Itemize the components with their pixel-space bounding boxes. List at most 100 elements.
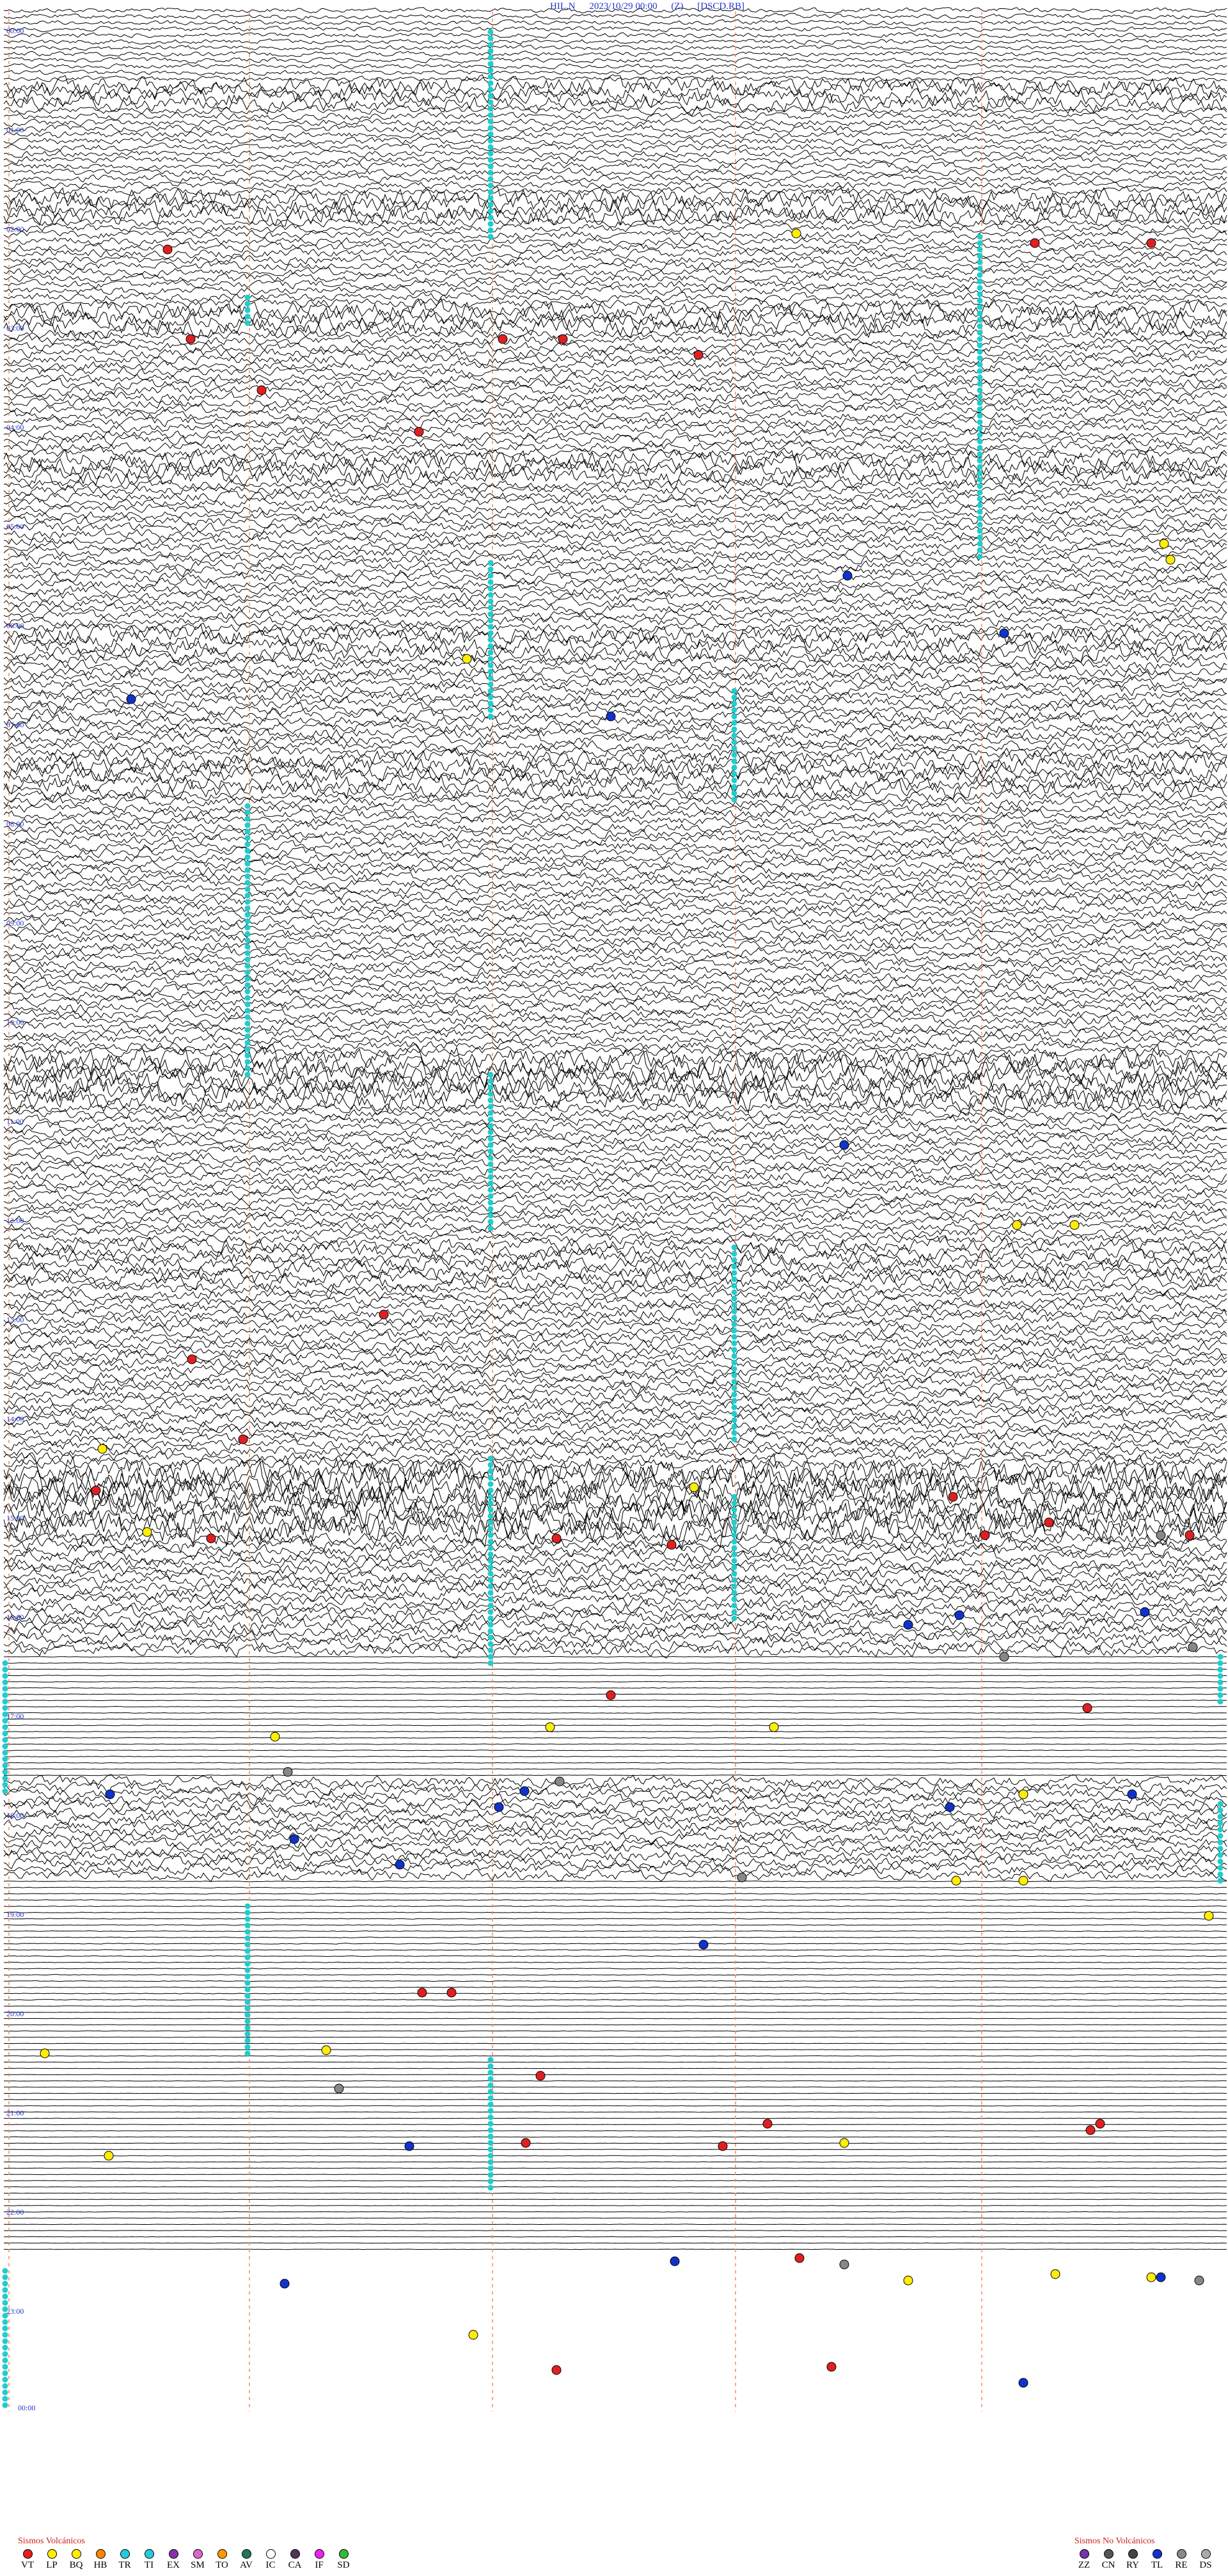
trace-line: [3, 590, 1227, 604]
tremor-marker: [487, 700, 494, 707]
vt-event-dot: [187, 1354, 197, 1364]
legend-code: TO: [216, 2560, 228, 2570]
trace-line: [3, 167, 1227, 177]
tremor-marker: [487, 585, 494, 592]
trace-line: [3, 216, 1227, 228]
tremor-marker: [487, 1462, 494, 1468]
trace-line: [3, 359, 1227, 372]
tremor-marker: [487, 1641, 494, 1647]
tremor-marker: [244, 828, 251, 835]
tremor-marker: [2, 2306, 8, 2312]
tremor-marker: [1217, 1813, 1224, 1820]
tremor-marker: [487, 1551, 494, 1558]
tremor-marker: [977, 246, 983, 253]
tremor-marker: [977, 323, 983, 329]
tremor-marker: [487, 1654, 494, 1660]
tremor-marker: [244, 2044, 251, 2050]
tremor-marker: [487, 1583, 494, 1590]
tremor-marker: [244, 1973, 251, 1980]
tremor-marker: [487, 2069, 494, 2076]
tremor-marker: [487, 131, 494, 138]
vt-event-dot: [1082, 1703, 1092, 1713]
trace-line: [3, 1248, 1227, 1267]
lp-event-dot: [104, 2151, 114, 2161]
trace-line: [3, 1837, 1227, 1851]
component-label: (Z): [671, 1, 684, 12]
vt-event-dot: [693, 350, 704, 360]
tremor-marker: [244, 931, 251, 937]
legend-dot-icon: [71, 2549, 81, 2559]
tremor-marker: [487, 1135, 494, 1142]
legend-dot-icon: [47, 2549, 57, 2559]
tremor-marker: [244, 1916, 251, 1922]
trace-line: [3, 228, 1227, 241]
trace-line: [3, 447, 1227, 472]
trace-line: [3, 1730, 1227, 1733]
tremor-marker: [731, 1302, 737, 1308]
tremor-marker: [244, 969, 251, 976]
legend-code: TR: [118, 2560, 131, 2570]
tremor-marker: [1217, 1692, 1224, 1698]
trace-line: [3, 466, 1227, 491]
tremor-marker: [487, 643, 494, 649]
trace-line: [3, 1774, 1227, 1789]
tremor-marker: [244, 803, 251, 809]
trace-line: [3, 1886, 1227, 1889]
tremor-marker: [731, 1590, 737, 1596]
legend-dot-icon: [265, 2549, 276, 2559]
hour-label: 13:00: [6, 1315, 24, 1324]
trace-line: [3, 1794, 1227, 1807]
tremor-marker: [977, 451, 983, 457]
legend-code: VT: [21, 2560, 34, 2570]
tremor-marker: [977, 419, 983, 425]
trace-line: [3, 2186, 1227, 2188]
tremor-marker: [731, 1295, 737, 1302]
tremor-marker: [487, 560, 494, 566]
tremor-marker: [487, 1123, 494, 1129]
tremor-marker: [731, 1353, 737, 1359]
trace-line: [3, 1556, 1227, 1571]
hour-label: 04:00: [6, 423, 24, 432]
tremor-marker: [977, 445, 983, 451]
tremor-marker: [2, 1782, 8, 1788]
lp-event-dot: [462, 654, 472, 664]
tremor-marker: [487, 1558, 494, 1564]
legend-dot-icon: [1200, 2549, 1211, 2559]
tremor-marker: [244, 307, 251, 313]
legend-dot-icon: [1176, 2549, 1186, 2559]
trace-line: [3, 1484, 1227, 1515]
trace-line: [3, 74, 1227, 97]
lp-event-dot: [1165, 555, 1176, 565]
tremor-marker: [487, 106, 494, 112]
trace-line: [3, 1592, 1227, 1609]
tremor-marker: [977, 368, 983, 374]
legend-code: AV: [240, 2560, 253, 2570]
tremor-marker: [2, 2370, 8, 2376]
tremor-marker: [487, 1219, 494, 1225]
trace-line: [3, 1293, 1227, 1309]
tremor-marker: [731, 1564, 737, 1570]
tremor-marker: [977, 387, 983, 393]
trace-line: [3, 297, 1227, 309]
trace-line: [3, 802, 1227, 815]
tremor-marker: [244, 1948, 251, 1954]
tremor-marker: [244, 841, 251, 848]
tremor-marker: [2, 2268, 8, 2274]
tremor-marker: [2, 2293, 8, 2300]
re-event-dot: [945, 1802, 955, 1812]
tremor-marker: [244, 809, 251, 816]
legend-dot-icon: [168, 2549, 178, 2559]
lp-event-dot: [142, 1527, 152, 1537]
hour-label: 22:00: [6, 2208, 24, 2216]
tremor-marker: [977, 336, 983, 342]
tremor-marker: [731, 790, 737, 796]
tremor-marker: [1217, 1871, 1224, 1877]
trace-line: [3, 1337, 1227, 1353]
vt-event-dot: [446, 1987, 457, 1998]
hour-label: 03:00: [6, 324, 24, 333]
trace-line: [3, 44, 1227, 51]
tremor-marker: [487, 163, 494, 170]
trace-line: [3, 148, 1227, 158]
tremor-marker: [487, 86, 494, 93]
tremor-marker: [1217, 1858, 1224, 1865]
